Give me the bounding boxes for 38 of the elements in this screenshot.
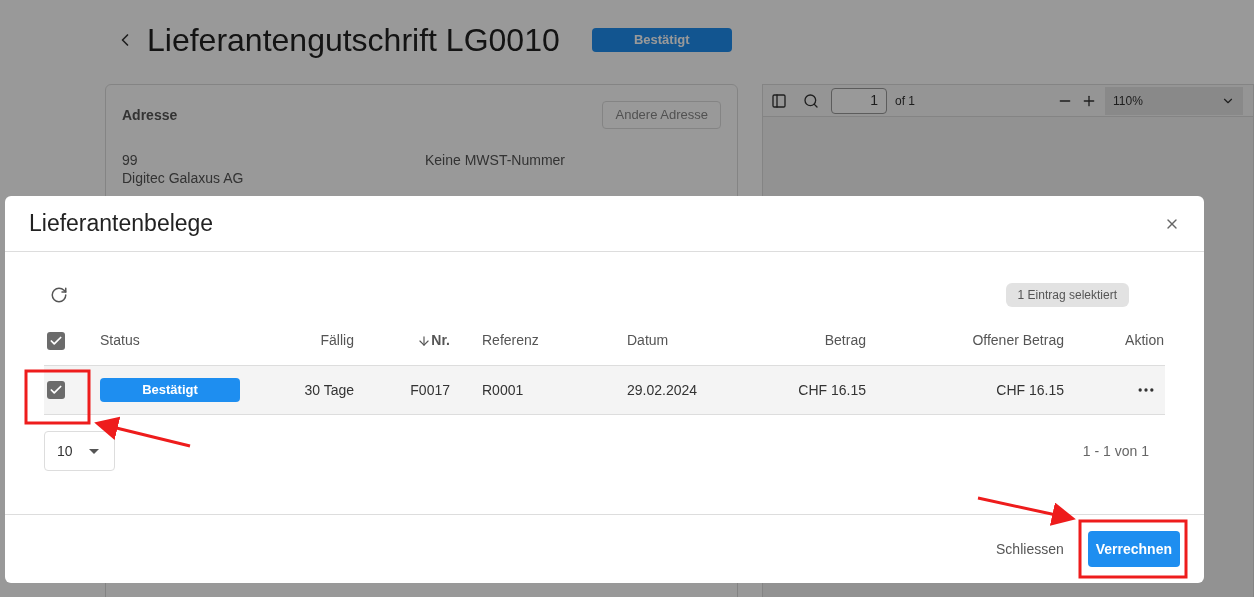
caret-icon [88, 448, 99, 454]
table-cell-text: F0017 [410, 380, 450, 400]
page-title: Lieferantengutschrift LG0010 [147, 21, 560, 60]
vat-text: Keine MWST-Nummer [425, 151, 566, 170]
column-header[interactable]: Aktion [1125, 330, 1164, 351]
table-row[interactable]: Bestätigt 30 Tage F0017 R0001 29.02.2024 CHF 16.15 CHF 16.15 [44, 366, 1165, 415]
check-icon [49, 383, 63, 397]
dialog-title: Lieferantenbelege [29, 209, 214, 239]
page-size-select[interactable]: 10 [44, 431, 115, 471]
column-header[interactable]: Offener Betrag [972, 330, 1064, 351]
status-badge: Bestätigt [591, 28, 732, 52]
zoom-select[interactable]: 110% [1105, 86, 1243, 115]
column-header[interactable]: Betrag [824, 330, 866, 351]
checkbox[interactable] [47, 381, 65, 399]
column-header[interactable]: Nr. [417, 330, 450, 351]
column-header[interactable]: Fällig [320, 330, 354, 351]
address-line: Digitec Galaxus AG [122, 169, 245, 187]
table-cell-text: CHF 16.15 [996, 380, 1064, 400]
column-header[interactable]: Referenz [482, 330, 539, 351]
sidebar-icon[interactable] [771, 92, 787, 109]
status-badge: Bestätigt [100, 378, 240, 402]
table-cell-text: 30 Tage [304, 380, 354, 400]
column-header[interactable]: Datum [627, 330, 669, 351]
table-cell-text: 29.02.2024 [627, 380, 698, 400]
refresh-icon[interactable] [50, 286, 68, 304]
search-icon[interactable] [803, 92, 819, 109]
close-button[interactable]: Schliessen [996, 538, 1064, 560]
table-cell-text: CHF 16.15 [798, 380, 866, 400]
pagination-text: 1 - 1 von 1 [1082, 441, 1149, 461]
column-header[interactable]: Status [100, 330, 140, 351]
checkbox[interactable] [47, 331, 65, 350]
card-title: Adresse [122, 105, 178, 125]
address-line: 99 [122, 151, 139, 169]
table-cell-text: R0001 [482, 380, 524, 400]
page-count: of 1 [895, 92, 915, 110]
page-number-field[interactable]: 1 [831, 87, 887, 114]
highlight-frame [24, 369, 91, 425]
selection-badge: 1 Eintrag selektiert [1005, 283, 1129, 307]
